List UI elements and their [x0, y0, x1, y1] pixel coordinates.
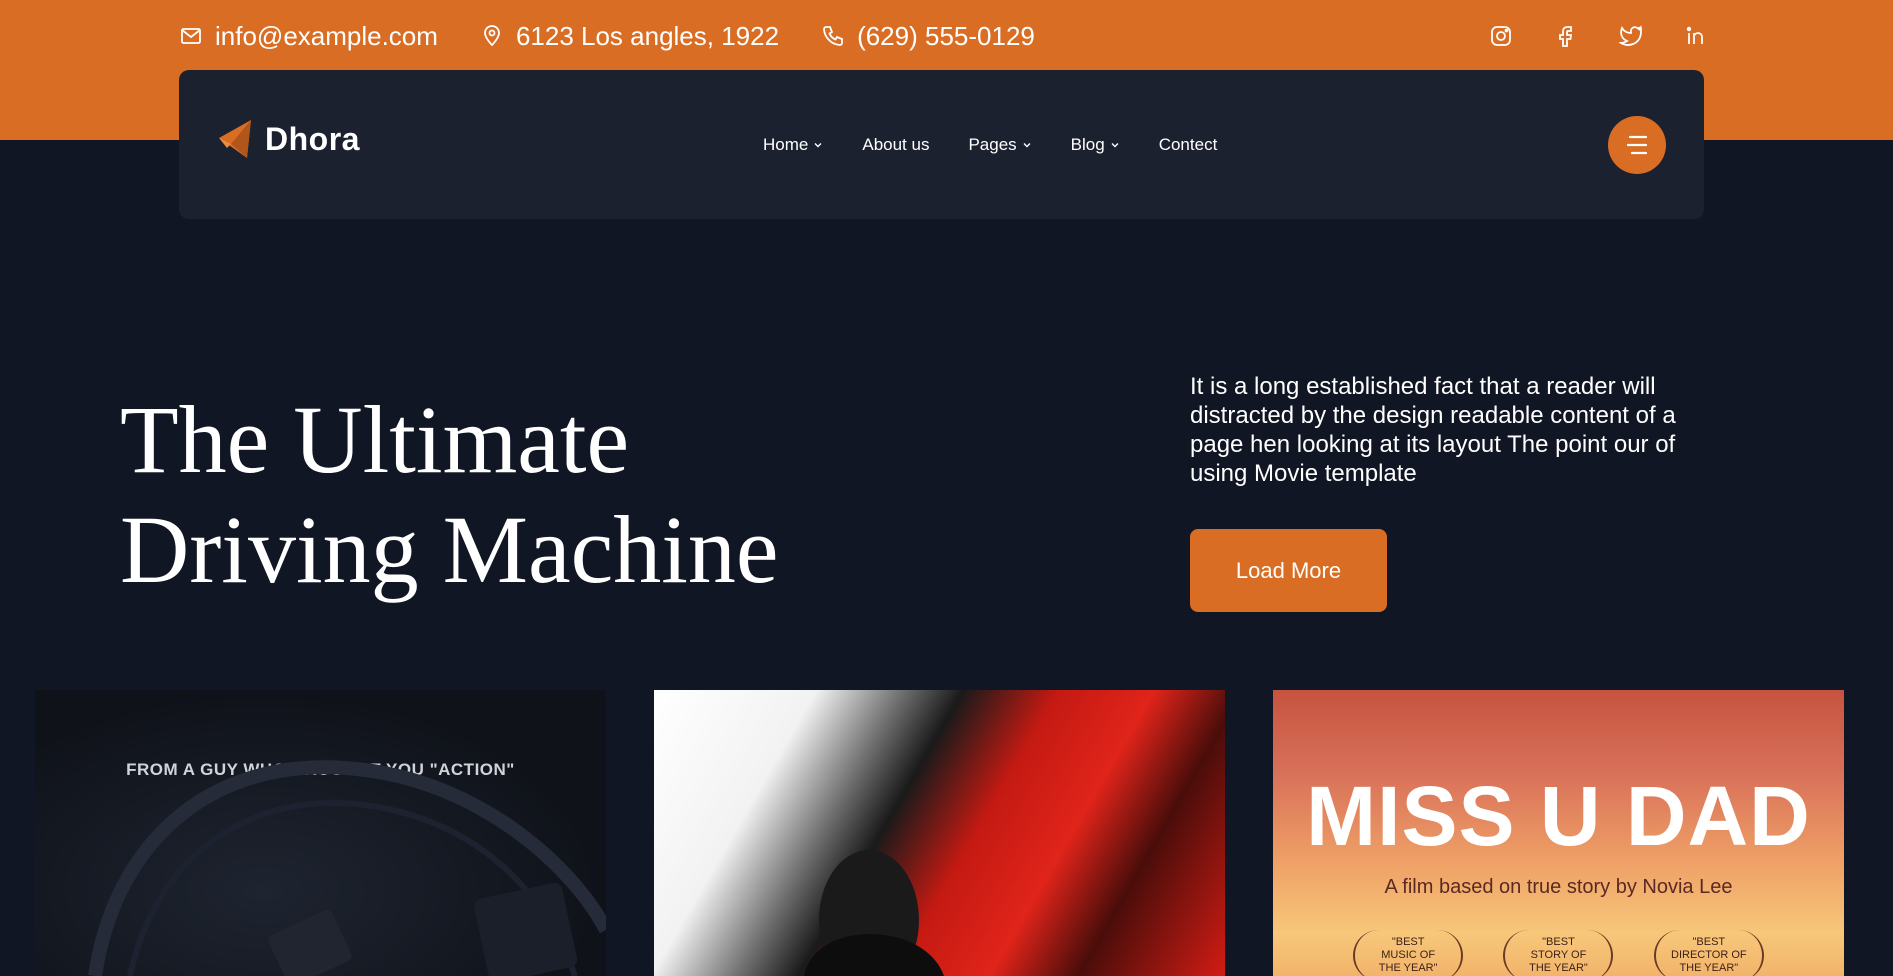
- menu-toggle-button[interactable]: [1608, 116, 1666, 174]
- phone-contact[interactable]: (629) 555-0129: [821, 21, 1035, 52]
- facebook-icon[interactable]: [1553, 23, 1579, 49]
- movie-card-2[interactable]: [654, 690, 1225, 976]
- nav-item-home[interactable]: Home: [763, 135, 823, 155]
- hero-description: It is a long established fact that a rea…: [1190, 373, 1676, 487]
- chevron-down-icon: [1023, 142, 1031, 147]
- nav-label-blog: Blog: [1070, 134, 1105, 154]
- card3-title: MISS U DAD: [1306, 769, 1811, 863]
- movie-card-1[interactable]: FROM A GUY WHO BROUGHT YOU "ACTION": [35, 690, 606, 976]
- hero-title-line1: The Ultimate: [120, 386, 630, 493]
- main-navbar: Dhora Home About us Pages Blog Contect: [179, 70, 1704, 219]
- location-pin-icon: [484, 25, 500, 47]
- award-text: THE YEAR": [1378, 962, 1438, 974]
- award-text: "BEST: [1542, 936, 1575, 948]
- phone-icon: [823, 26, 843, 46]
- award-text: STORY OF: [1530, 949, 1587, 961]
- logo-icon: [219, 120, 251, 158]
- nav-label-pages: Pages: [968, 134, 1017, 154]
- chevron-down-icon: [814, 142, 822, 147]
- card3-subtitle: A film based on true story by Novia Lee: [1384, 876, 1733, 898]
- email-text: info@example.com: [215, 20, 438, 51]
- award-text: "BEST: [1692, 936, 1726, 948]
- award-text: THE YEAR": [1679, 962, 1739, 974]
- address-contact: 6123 Los angles, 1922: [480, 21, 779, 52]
- twitter-icon[interactable]: [1618, 23, 1644, 49]
- social-links: [1449, 18, 1709, 54]
- poster-figure-illustration: [804, 850, 944, 976]
- nav-label-about: About us: [862, 134, 930, 154]
- contact-info: info@example.com 6123 Los angles, 1922 (…: [179, 18, 1077, 54]
- award-text: THE YEAR": [1529, 962, 1588, 974]
- logo-text: Dhora: [265, 120, 360, 157]
- instagram-icon[interactable]: [1488, 23, 1514, 49]
- award-text: MUSIC OF: [1381, 949, 1436, 961]
- award-text: "BEST: [1391, 936, 1425, 948]
- linkedin-icon[interactable]: [1683, 23, 1709, 49]
- nav-item-blog[interactable]: Blog: [1071, 135, 1120, 155]
- movie-card-3[interactable]: MISS U DAD A film based on true story by…: [1273, 690, 1844, 976]
- hero-title: The Ultimate Driving Machine: [120, 385, 880, 605]
- awards-row: "BEST MUSIC OF THE YEAR" "BEST STORY OF …: [1273, 930, 1844, 976]
- nav-item-pages[interactable]: Pages: [968, 135, 1031, 155]
- nav-label-contact: Contect: [1158, 134, 1218, 154]
- phone-text: (629) 555-0129: [857, 20, 1035, 51]
- award-laurel: "BEST MUSIC OF THE YEAR": [1353, 930, 1464, 976]
- hero-title-line2: Driving Machine: [120, 496, 779, 603]
- mail-icon: [181, 28, 201, 44]
- nav-label-home: Home: [763, 134, 809, 154]
- email-contact[interactable]: info@example.com: [179, 21, 438, 52]
- load-more-button[interactable]: Load More: [1190, 529, 1387, 612]
- main-menu: Home About us Pages Blog Contect: [763, 70, 1256, 219]
- site-logo[interactable]: Dhora: [217, 118, 360, 160]
- hamburger-icon: [1626, 135, 1648, 155]
- backpack-illustration: [88, 760, 606, 976]
- nav-item-about[interactable]: About us: [862, 135, 929, 155]
- address-text: 6123 Los angles, 1922: [515, 20, 780, 51]
- chevron-down-icon: [1111, 142, 1119, 147]
- award-text: DIRECTOR OF: [1671, 949, 1747, 961]
- nav-item-contact[interactable]: Contect: [1159, 135, 1218, 155]
- award-laurel: "BEST DIRECTOR OF THE YEAR": [1653, 930, 1764, 976]
- award-laurel: "BEST STORY OF THE YEAR": [1503, 930, 1614, 976]
